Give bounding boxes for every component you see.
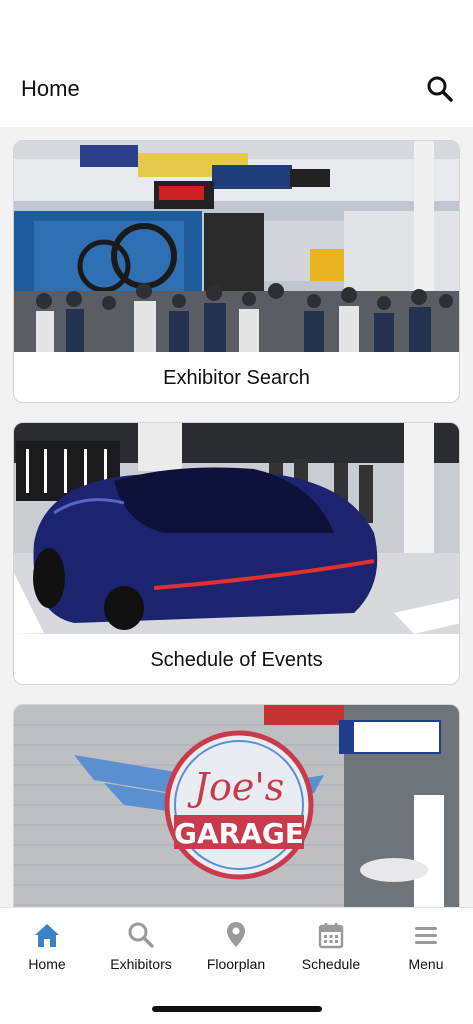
tab-label: Schedule [301,956,361,972]
blue-sports-car-photo [14,423,459,634]
tab-schedule[interactable]: Schedule [284,908,378,988]
tab-label: Exhibitors [110,956,172,972]
calendar-icon [318,923,344,949]
house-icon [35,924,59,947]
tab-exhibitors[interactable]: Exhibitors [94,908,188,988]
tab-floorplan[interactable]: Floorplan [189,908,283,988]
tab-label: Floorplan [206,956,266,972]
exhibitor-search-card[interactable]: Exhibitor Search [13,140,460,403]
search-icon [427,76,453,102]
home-feed[interactable]: Exhibitor Search Schedule of Events Joe'… [0,127,473,907]
card-title: Exhibitor Search [163,367,310,389]
joes-garage-card[interactable]: Joe's GARAGE [13,704,460,907]
page-title: Home [21,76,80,101]
search-icon [128,922,154,948]
joes-garage-mural-photo: Joe's GARAGE [14,705,459,907]
tab-menu[interactable]: Menu [379,908,473,988]
tab-home[interactable]: Home [0,908,94,988]
card-title: Schedule of Events [150,649,323,671]
mural-script-text: Joe's [187,765,285,809]
schedule-of-events-card[interactable]: Schedule of Events [13,422,460,685]
tab-label: Menu [408,956,444,972]
home-indicator[interactable] [152,1006,322,1012]
hamburger-menu-icon [415,927,437,944]
mural-block-text: GARAGE [174,817,304,850]
app-header: Home [0,0,473,127]
tab-label: Home [28,956,66,972]
trade-show-crowd-photo [14,141,459,352]
map-pin-icon [227,922,245,947]
search-button[interactable] [425,74,455,104]
